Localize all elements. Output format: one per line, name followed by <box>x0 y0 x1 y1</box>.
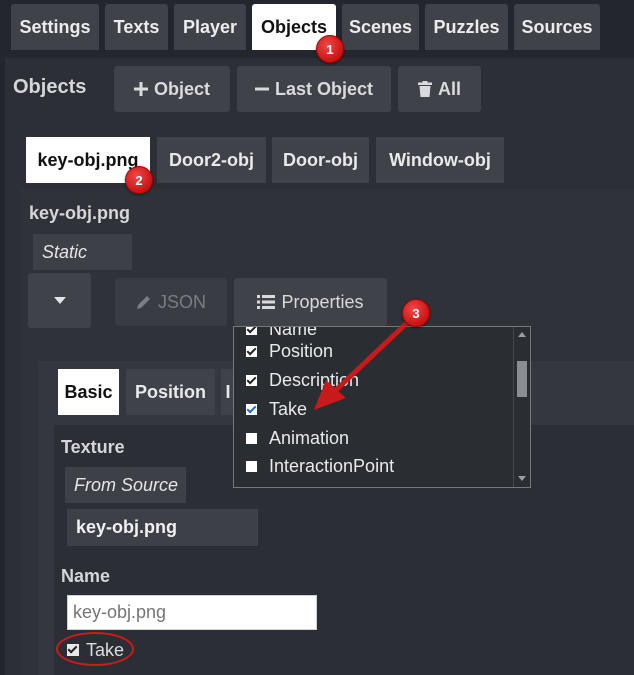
dropdown-item-label: Animation <box>269 427 350 448</box>
tab-scenes[interactable]: Scenes <box>342 4 419 50</box>
tab-settings[interactable]: Settings <box>11 4 99 50</box>
dropdown-item-take[interactable]: Take <box>246 395 307 423</box>
list-icon <box>257 295 276 309</box>
checkbox[interactable] <box>246 327 257 335</box>
tab-texts[interactable]: Texts <box>105 4 168 50</box>
plus-icon <box>133 82 148 96</box>
checkbox[interactable] <box>246 460 257 472</box>
scroll-up-icon[interactable] <box>518 332 526 337</box>
object-tab-window-obj[interactable]: Window-obj <box>376 137 504 183</box>
object-tab-door2-obj[interactable]: Door2-obj <box>157 137 266 183</box>
caret-down-icon <box>53 297 66 304</box>
dropdown-scrollbar[interactable] <box>513 327 530 487</box>
sub-tab-position[interactable]: Position <box>126 369 215 415</box>
annotation-badge-1: 1 <box>316 35 344 63</box>
add-object-button[interactable]: Object <box>114 66 230 112</box>
pencil-icon <box>136 296 150 309</box>
json-label: JSON <box>157 291 206 312</box>
trash-icon <box>417 81 432 97</box>
texture-source-select[interactable]: From Source <box>65 467 186 503</box>
tab-puzzles[interactable]: Puzzles <box>425 4 508 50</box>
name-input[interactable] <box>67 595 317 630</box>
collapse-toggle-button[interactable] <box>28 273 91 328</box>
dropdown-item-interactionpoint[interactable]: InteractionPoint <box>246 452 394 480</box>
object-tab-door-obj[interactable]: Door-obj <box>272 137 369 183</box>
dropdown-item-animation[interactable]: Animation <box>246 424 349 452</box>
object-type-select[interactable]: Static <box>33 234 132 270</box>
checkbox[interactable] <box>246 432 257 444</box>
checkbox[interactable] <box>246 345 257 357</box>
texture-value-select[interactable]: key-obj.png <box>67 509 258 546</box>
add-object-label: Object <box>153 78 210 99</box>
delete-all-label: All <box>437 78 461 99</box>
json-button[interactable]: JSON <box>115 278 227 326</box>
object-title: key-obj.png <box>29 203 131 223</box>
texture-label: Texture <box>61 437 125 457</box>
annotation-arrow <box>314 315 415 410</box>
checkbox[interactable] <box>246 403 257 415</box>
scrollbar-thumb[interactable] <box>517 361 527 397</box>
delete-all-button[interactable]: All <box>398 66 481 112</box>
scroll-down-icon[interactable] <box>518 476 526 481</box>
minus-icon <box>254 87 269 91</box>
objects-heading: Objects <box>13 76 87 98</box>
name-label: Name <box>61 566 111 586</box>
annotation-badge-2: 2 <box>125 166 153 194</box>
sub-tab-basic[interactable]: Basic <box>58 369 119 415</box>
tab-sources[interactable]: Sources <box>514 4 600 50</box>
take-highlight-ellipse <box>56 632 134 666</box>
tab-player[interactable]: Player <box>174 4 246 50</box>
last-object-button[interactable]: Last Object <box>237 66 391 112</box>
dropdown-item-label: InteractionPoint <box>269 455 395 476</box>
annotation-badge-3: 3 <box>402 299 430 327</box>
checkbox[interactable] <box>246 374 257 386</box>
last-object-label: Last Object <box>274 78 374 99</box>
